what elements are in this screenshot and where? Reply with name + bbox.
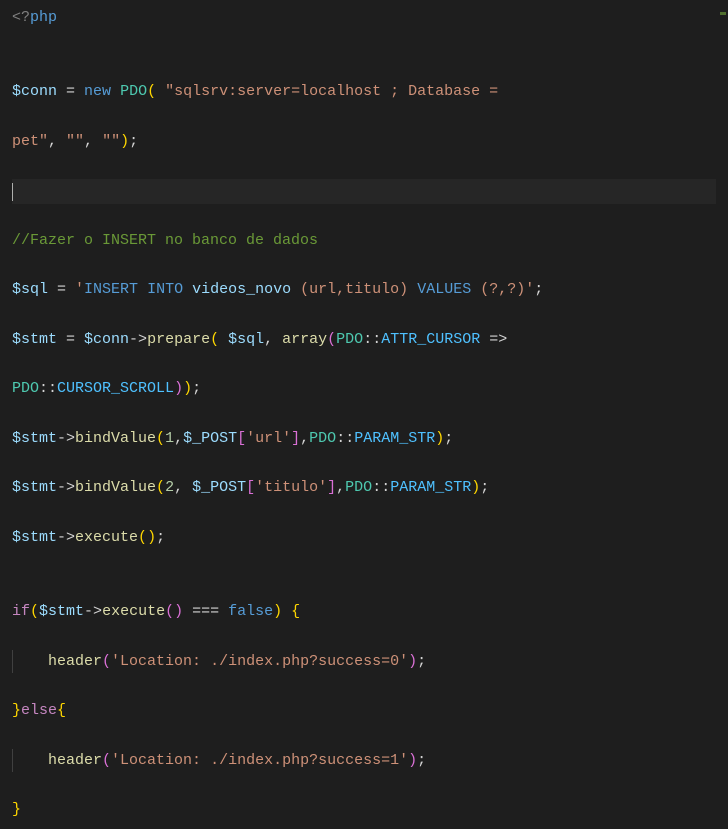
code-line: $stmt = $conn->prepare( $sql, array(PDO:… <box>12 328 716 353</box>
code-line: $stmt->execute(); <box>12 526 716 551</box>
code-line: }else{ <box>12 699 716 724</box>
code-line: <?php <box>12 6 716 31</box>
code-editor[interactable]: <?php $conn = new PDO( "sqlsrv:server=lo… <box>0 0 728 829</box>
active-line <box>12 179 716 204</box>
text-cursor <box>12 183 13 201</box>
code-line: $sql = 'INSERT INTO videos_novo (url,tit… <box>12 278 716 303</box>
code-line: $conn = new PDO( "sqlsrv:server=localhos… <box>12 80 716 105</box>
overview-ruler-marker <box>720 12 726 15</box>
code-line: //Fazer o INSERT no banco de dados <box>12 229 716 254</box>
editor-scrollbar[interactable] <box>716 0 728 537</box>
code-line: header('Location: ./index.php?success=1'… <box>12 749 716 774</box>
code-line: } <box>12 798 716 823</box>
code-line: PDO::CURSOR_SCROLL)); <box>12 377 716 402</box>
code-line: header('Location: ./index.php?success=0'… <box>12 650 716 675</box>
code-line: if($stmt->execute() === false) { <box>12 600 716 625</box>
code-line: pet", "", ""); <box>12 130 716 155</box>
code-line: $stmt->bindValue(2, $_POST['titulo'],PDO… <box>12 476 716 501</box>
code-line: $stmt->bindValue(1,$_POST['url'],PDO::PA… <box>12 427 716 452</box>
